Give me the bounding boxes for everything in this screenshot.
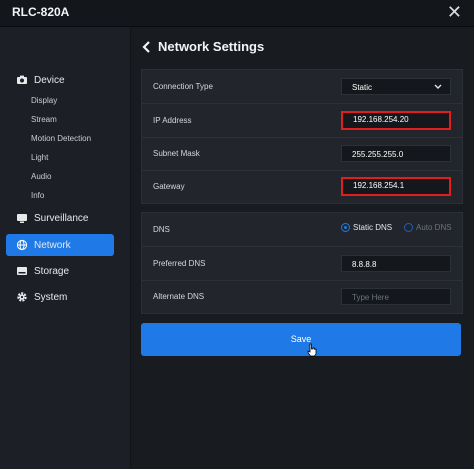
storage-icon (16, 265, 28, 277)
chevron-down-icon (434, 79, 442, 102)
radio-selected-icon (341, 223, 350, 232)
dns-label: DNS (153, 225, 170, 234)
gateway-input[interactable]: 192.168.254.1 (341, 177, 451, 196)
subnet-mask-row: Subnet Mask 255.255.255.0 (142, 137, 462, 171)
connection-type-value: Static (352, 83, 373, 92)
camera-icon (16, 74, 28, 86)
globe-icon (16, 239, 28, 251)
dns-mode-row: DNS Static DNS Auto DNS (142, 213, 462, 247)
alternate-dns-label: Alternate DNS (153, 292, 205, 301)
static-dns-label: Static DNS (353, 223, 393, 232)
ip-address-input[interactable]: 192.168.254.20 (341, 111, 451, 130)
gateway-label: Gateway (153, 182, 185, 191)
dns-panel: DNS Static DNS Auto DNS Preferred DNS 8.… (141, 212, 463, 314)
sidebar-item-surveillance[interactable]: Surveillance (6, 207, 114, 229)
sidebar-subitem-info[interactable]: Info (31, 191, 44, 200)
alternate-dns-input[interactable]: Type Here (341, 288, 451, 305)
ip-address-row: IP Address 192.168.254.20 (142, 104, 462, 138)
ip-address-label: IP Address (153, 116, 192, 125)
subnet-mask-label: Subnet Mask (153, 149, 200, 158)
sidebar-item-label: System (34, 291, 68, 303)
static-dns-radio[interactable]: Static DNS (341, 223, 392, 232)
page-title: Network Settings (158, 39, 265, 54)
sidebar-item-label: Storage (34, 265, 70, 277)
window-title: RLC-820A (12, 5, 70, 19)
radio-unselected-icon (404, 223, 413, 232)
connection-type-label: Connection Type (153, 82, 213, 91)
sidebar-item-label: Device (34, 74, 65, 86)
sidebar-subitem-display[interactable]: Display (31, 96, 57, 105)
alternate-dns-row: Alternate DNS Type Here (142, 280, 462, 313)
preferred-dns-input[interactable]: 8.8.8.8 (341, 255, 451, 272)
auto-dns-label: Auto DNS (416, 223, 452, 232)
sidebar-subitem-stream[interactable]: Stream (31, 115, 57, 124)
hand-cursor-icon (307, 343, 317, 357)
sidebar-item-storage[interactable]: Storage (6, 260, 114, 282)
sidebar-item-label: Network (34, 239, 71, 251)
gear-icon (16, 291, 28, 303)
preferred-dns-row: Preferred DNS 8.8.8.8 (142, 247, 462, 281)
close-icon[interactable]: ✕ (447, 2, 462, 22)
sidebar-item-network[interactable]: Network (6, 234, 114, 256)
sidebar-subitem-audio[interactable]: Audio (31, 172, 51, 181)
monitor-icon (16, 212, 28, 224)
sidebar-item-system[interactable]: System (6, 286, 114, 308)
sidebar-item-device[interactable]: Device (6, 69, 114, 91)
preferred-dns-label: Preferred DNS (153, 259, 206, 268)
auto-dns-radio[interactable]: Auto DNS (404, 223, 452, 232)
title-bar: RLC-820A ✕ (0, 0, 474, 27)
sidebar-item-label: Surveillance (34, 212, 89, 224)
sidebar-subitem-motion-detection[interactable]: Motion Detection (31, 134, 91, 143)
save-button[interactable]: Save (141, 323, 461, 356)
connection-panel: Connection Type Static IP Address 192.16… (141, 69, 463, 204)
gateway-row: Gateway 192.168.254.1 (142, 170, 462, 203)
sidebar-subitem-light[interactable]: Light (31, 153, 48, 162)
connection-type-select[interactable]: Static (341, 78, 451, 95)
sidebar: Device Display Stream Motion Detection L… (0, 27, 131, 469)
subnet-mask-input[interactable]: 255.255.255.0 (341, 145, 451, 162)
connection-type-row: Connection Type Static (142, 70, 462, 104)
